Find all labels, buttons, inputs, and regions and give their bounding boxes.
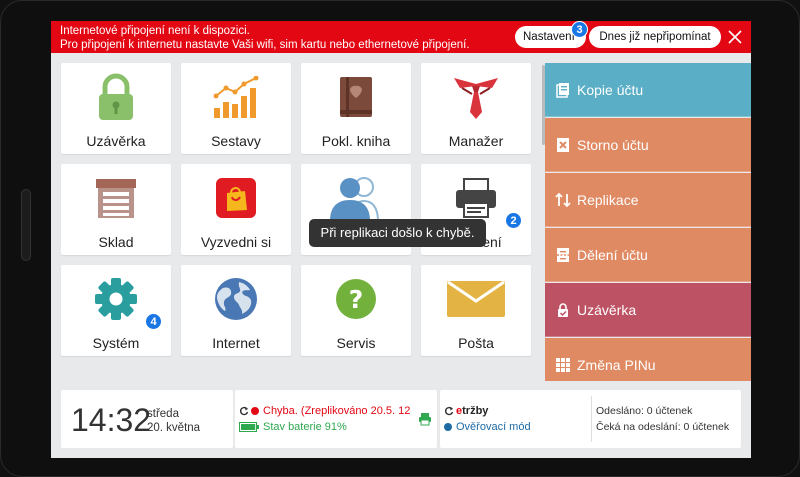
tile-manazer[interactable]: Manažer <box>421 63 531 154</box>
clock-weekday: středa <box>147 408 179 420</box>
clock-panel: 14:32 středa 20. května <box>61 390 233 448</box>
tile-sestavy[interactable]: Sestavy <box>181 63 291 154</box>
receipt-split-icon <box>557 247 569 262</box>
menu-replikace[interactable]: Replikace <box>545 173 751 227</box>
menu-zmena-pinu[interactable]: Změna PINu <box>545 338 751 381</box>
clock-day: 20. května <box>147 422 201 434</box>
etrzby-logo-text: tržby <box>462 405 489 417</box>
svg-text:?: ? <box>349 285 364 314</box>
menu-label: Storno účtu <box>577 136 649 153</box>
menu-deleni-uctu[interactable]: Dělení účtu <box>545 228 751 282</box>
keypad-icon <box>556 357 570 372</box>
tile-label: Vyzvedni si <box>200 234 272 250</box>
tile-label: Pokl. kniha <box>321 133 391 149</box>
people-icon <box>330 177 379 221</box>
tile-label: Pošta <box>458 335 494 351</box>
tile-vyzvedni-si[interactable]: Vyzvedni si <box>181 164 291 255</box>
shopping-bag-icon <box>216 178 256 218</box>
close-icon[interactable] <box>726 28 744 46</box>
tile-label: Manažer <box>448 133 504 149</box>
etrzby-panel[interactable]: e tržby Ověřovací mód Odesláno: 0 účtenek… <box>440 390 741 448</box>
etrzby-mode-text: Ověřovací mód <box>456 421 531 433</box>
printer-icon <box>456 178 496 218</box>
refresh-icon <box>444 406 454 416</box>
tile-pokl-kniha[interactable]: Pokl. kniha <box>301 63 411 154</box>
etrzby-brand: e tržby <box>444 405 488 417</box>
settings-badge: 3 <box>571 21 588 38</box>
tile-label: Uzávěrka <box>86 133 146 149</box>
help-icon: ? <box>336 279 376 319</box>
tie-icon <box>454 78 498 119</box>
menu-storno-uctu[interactable]: Storno účtu <box>545 118 751 172</box>
globe-icon <box>215 278 257 320</box>
receipts-waiting: Čeká na odeslání: 0 účtenek <box>596 421 730 433</box>
receipt-cancel-icon <box>557 137 569 152</box>
gear-icon <box>95 278 137 320</box>
replication-error-toast: Při replikaci došlo k chybě. <box>309 219 486 247</box>
tile-label: Systém <box>92 335 140 351</box>
tile-label: Internet <box>212 335 260 351</box>
menu-label: Dělení účtu <box>577 246 648 263</box>
receipt-action-menu: Kopie účtu Storno účtu Replikace Dělení … <box>545 63 751 381</box>
battery-icon <box>239 422 259 432</box>
tablet-frame: Internetové připojení není k dispozici. … <box>0 0 800 477</box>
offline-notification: Internetové připojení není k dispozici. … <box>51 21 751 53</box>
clock-time: 14:32 <box>71 402 152 438</box>
menu-label: Uzávěrka <box>577 301 637 318</box>
sync-status-panel[interactable]: Chyba. (Zreplikováno 20.5. 12 Stav bater… <box>235 390 437 448</box>
printer-status-icon[interactable] <box>418 412 432 426</box>
clock-date: středa 20. května <box>147 407 200 435</box>
etrzby-mode-row: Ověřovací mód <box>444 421 531 433</box>
menu-label: Replikace <box>577 191 639 208</box>
tile-label: Sklad <box>98 234 134 250</box>
tile-servis[interactable]: ? Servis <box>301 265 411 356</box>
menu-label: Změna PINu <box>577 356 656 373</box>
speaker-grille <box>21 189 31 261</box>
envelope-icon <box>447 280 505 317</box>
tile-label: Sestavy <box>211 133 261 149</box>
book-icon <box>340 77 372 117</box>
warehouse-icon <box>96 179 136 218</box>
sync-error-text: Chyba. (Zreplikováno 20.5. 12 <box>263 405 411 417</box>
chart-icon <box>213 76 259 118</box>
menu-kopie-uctu[interactable]: Kopie účtu <box>545 63 751 117</box>
divider <box>591 396 592 442</box>
status-bar: 14:32 středa 20. května Chyba. (Zrepliko… <box>61 390 741 448</box>
menu-uzaverka[interactable]: Uzávěrka <box>545 283 751 337</box>
lock-check-icon <box>558 302 568 317</box>
tile-system[interactable]: Systém 4 <box>61 265 171 356</box>
battery-row: Stav baterie 91% <box>239 421 347 433</box>
lock-icon <box>99 73 133 120</box>
sync-error-row: Chyba. (Zreplikováno 20.5. 12 <box>239 405 410 417</box>
tile-badge: 4 <box>145 313 162 330</box>
tile-sklad[interactable]: Sklad <box>61 164 171 255</box>
error-dot-icon <box>251 407 259 415</box>
mode-dot-icon <box>444 423 452 431</box>
refresh-icon <box>239 406 249 416</box>
receipts-sent: Odesláno: 0 účtenek <box>596 405 693 417</box>
tile-internet[interactable]: Internet <box>181 265 291 356</box>
receipt-copy-icon <box>556 82 569 98</box>
tile-badge: 2 <box>505 212 522 229</box>
battery-text: Stav baterie 91% <box>263 421 347 433</box>
tile-label: Servis <box>336 335 376 351</box>
menu-label: Kopie účtu <box>577 81 644 98</box>
app-screen: Internetové připojení není k dispozici. … <box>51 21 751 458</box>
dismiss-today-button[interactable]: Dnes již nepřipomínat <box>589 26 721 48</box>
tile-uzaverka[interactable]: Uzávěrka <box>61 63 171 154</box>
sync-arrows-icon <box>555 192 571 207</box>
tile-posta[interactable]: Pošta <box>421 265 531 356</box>
